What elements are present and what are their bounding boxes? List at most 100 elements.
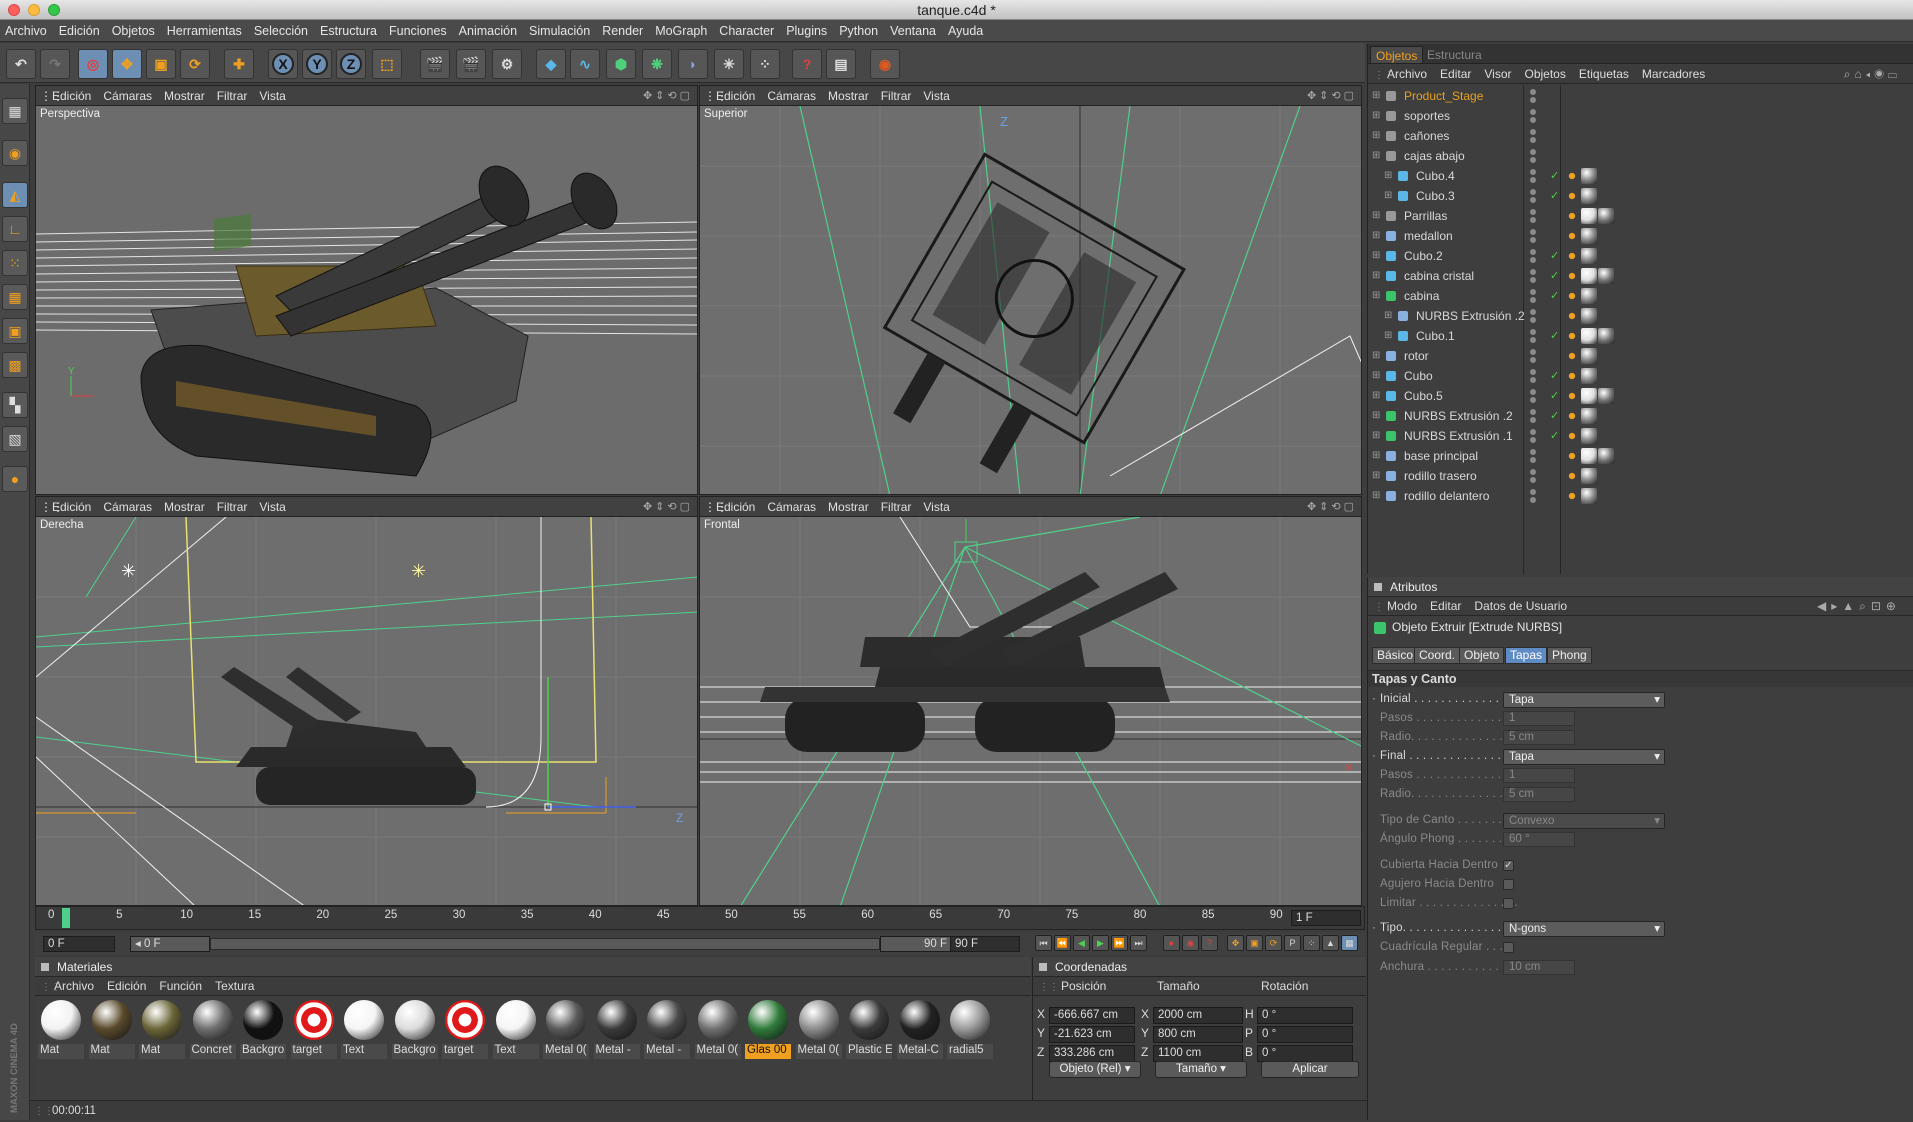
object-row[interactable]: ⊞ medallon — [1368, 226, 1913, 246]
material-tag-icon[interactable] — [1564, 228, 1580, 244]
material-swatch[interactable]: Text — [341, 1000, 387, 1060]
menu-character[interactable]: Character — [714, 20, 781, 42]
autokey-icon[interactable]: ◉ — [1182, 935, 1199, 951]
render-settings-icon[interactable]: ⚙ — [492, 49, 522, 79]
nurbs-icon[interactable]: ⬢ — [606, 49, 636, 79]
y-axis-lock-icon[interactable]: Y — [302, 49, 332, 79]
viewport-menu-vista[interactable]: Vista — [255, 86, 293, 106]
objects-menu-marcadores[interactable]: Marcadores — [1636, 65, 1712, 84]
tab-tapas[interactable]: Tapas — [1505, 647, 1548, 664]
menu-seleccion[interactable]: Selección — [249, 20, 315, 42]
record-icon[interactable]: ● — [1163, 935, 1180, 951]
object-row[interactable]: ⊞ cabina cristal ✓ — [1368, 266, 1913, 286]
apply-button[interactable]: Aplicar — [1261, 1061, 1359, 1078]
viewport-menu-vista[interactable]: Vista — [919, 86, 957, 106]
expand-icon[interactable]: ⊞ — [1372, 246, 1380, 266]
tab-coord[interactable]: Coord. — [1414, 647, 1461, 664]
mograph-icon[interactable]: ⁘ — [750, 49, 780, 79]
viewport-menu-mostrar[interactable]: Mostrar — [824, 497, 877, 517]
scheme-icon[interactable]: ▲ — [1322, 935, 1339, 951]
editor-visibility-icon[interactable] — [1530, 129, 1536, 135]
material-swatch[interactable]: Mat — [139, 1000, 185, 1060]
render-visibility-icon[interactable] — [1530, 97, 1536, 103]
viewport-menu-mostrar[interactable]: Mostrar — [824, 86, 877, 106]
tab-objeto[interactable]: Objeto — [1459, 647, 1505, 664]
expand-icon[interactable]: ⊞ — [1372, 386, 1380, 406]
render-visibility-icon[interactable] — [1530, 277, 1536, 283]
scale-key-icon[interactable]: ▣ — [1246, 935, 1263, 951]
menu-simulacion[interactable]: Simulación — [524, 20, 597, 42]
viewport-menu-mostrar[interactable]: Mostrar — [160, 497, 213, 517]
rotation-field[interactable]: 0 ° — [1257, 1045, 1353, 1062]
menu-edicion[interactable]: Edición — [54, 20, 107, 42]
render-visibility-icon[interactable] — [1530, 397, 1536, 403]
render-visibility-icon[interactable] — [1530, 377, 1536, 383]
object-row[interactable]: ⊞ NURBS Extrusión .2 ✓ — [1368, 406, 1913, 426]
zoom-window-icon[interactable] — [48, 4, 60, 16]
material-tag-icon[interactable] — [1564, 168, 1580, 184]
material-tag-icon[interactable] — [1564, 288, 1580, 304]
expand-icon[interactable]: ⊞ — [1372, 466, 1380, 486]
material-tag-icon[interactable] — [1598, 208, 1614, 224]
materials-menu-textura[interactable]: Textura — [209, 977, 261, 996]
material-swatch[interactable]: target — [442, 1000, 488, 1060]
viewport-derecha[interactable]: ⋮⋮Edición Cámaras Mostrar Filtrar Vista ✥⇕⟲▢… — [35, 496, 698, 906]
viewport-nav-icons[interactable]: ✥⇕⟲▢ — [1307, 497, 1357, 517]
rotation-field[interactable]: 0 ° — [1257, 1026, 1353, 1043]
object-row[interactable]: ⊞ Product_Stage — [1368, 86, 1913, 106]
position-field[interactable]: -666.667 cm — [1049, 1007, 1135, 1024]
viewport-menu-mostrar[interactable]: Mostrar — [160, 86, 213, 106]
material-tag-icon[interactable] — [1564, 308, 1580, 324]
material-swatch[interactable]: Mat — [38, 1000, 84, 1060]
tab-estructura[interactable]: Estructura — [1422, 46, 1487, 64]
material-tag-icon[interactable] — [1581, 428, 1597, 444]
material-tag-icon[interactable] — [1598, 328, 1614, 344]
play-backward-icon[interactable]: ◀ — [1073, 935, 1090, 951]
undo-icon[interactable]: ↶ — [6, 49, 36, 79]
angulo-phong-field[interactable]: 60 ° — [1503, 832, 1575, 847]
objects-menu-editar[interactable]: Editar — [1434, 65, 1478, 84]
expand-icon[interactable]: ⊞ — [1384, 166, 1392, 186]
object-row[interactable]: ⊞ Parrillas — [1368, 206, 1913, 226]
materials-menu-archivo[interactable]: Archivo — [48, 977, 101, 996]
menu-python[interactable]: Python — [834, 20, 885, 42]
position-field[interactable]: 333.286 cm — [1049, 1045, 1135, 1062]
previous-key-icon[interactable]: ⏪ — [1054, 935, 1071, 951]
render-visibility-icon[interactable] — [1530, 457, 1536, 463]
cube-primitive-icon[interactable]: ◆ — [536, 49, 566, 79]
render-visibility-icon[interactable] — [1530, 117, 1536, 123]
material-tag-icon[interactable] — [1564, 428, 1580, 444]
axis-mode-icon[interactable]: ∟ — [2, 216, 28, 242]
attributes-nav-icons[interactable]: ◀▸▲⌕⊡⊕ — [1811, 597, 1908, 616]
viewport-menu-camaras[interactable]: Cámaras — [99, 497, 160, 517]
material-tag-icon[interactable] — [1581, 268, 1597, 284]
object-row[interactable]: ⊞ Cubo.5 ✓ — [1368, 386, 1913, 406]
panel-toggle-icon[interactable] — [1039, 963, 1047, 971]
deformer-icon[interactable]: ◗ — [678, 49, 708, 79]
position-field[interactable]: -21.623 cm — [1049, 1026, 1135, 1043]
material-tag-icon[interactable] — [1581, 388, 1597, 404]
points-mode-icon[interactable]: ⁙ — [2, 250, 28, 276]
render-visibility-icon[interactable] — [1530, 217, 1536, 223]
material-tag-icon[interactable] — [1598, 268, 1614, 284]
attributes-menu-editar[interactable]: Editar — [1424, 597, 1468, 616]
object-row[interactable]: ⊞ rodillo trasero — [1368, 466, 1913, 486]
material-swatch[interactable]: Metal-C — [896, 1000, 943, 1060]
object-row[interactable]: ⊞ Cubo.4 ✓ — [1368, 166, 1913, 186]
render-visibility-icon[interactable] — [1530, 477, 1536, 483]
expand-icon[interactable]: ⊞ — [1384, 326, 1392, 346]
checker-icon[interactable]: ▚ — [2, 392, 28, 418]
material-tag-icon[interactable] — [1564, 208, 1580, 224]
material-swatch[interactable]: Glas 00 — [745, 1000, 791, 1060]
editor-visibility-icon[interactable] — [1530, 89, 1536, 95]
expand-icon[interactable]: ⊞ — [1384, 306, 1392, 326]
render-visibility-icon[interactable] — [1530, 237, 1536, 243]
menu-ventana[interactable]: Ventana — [885, 20, 943, 42]
editor-visibility-icon[interactable] — [1530, 469, 1536, 475]
expand-icon[interactable]: ⊞ — [1384, 186, 1392, 206]
editor-visibility-icon[interactable] — [1530, 409, 1536, 415]
material-swatch[interactable]: Text — [492, 1000, 539, 1060]
expand-icon[interactable]: ⊞ — [1372, 126, 1380, 146]
expand-icon[interactable]: ⊞ — [1372, 406, 1380, 426]
material-tag-icon[interactable] — [1581, 188, 1597, 204]
